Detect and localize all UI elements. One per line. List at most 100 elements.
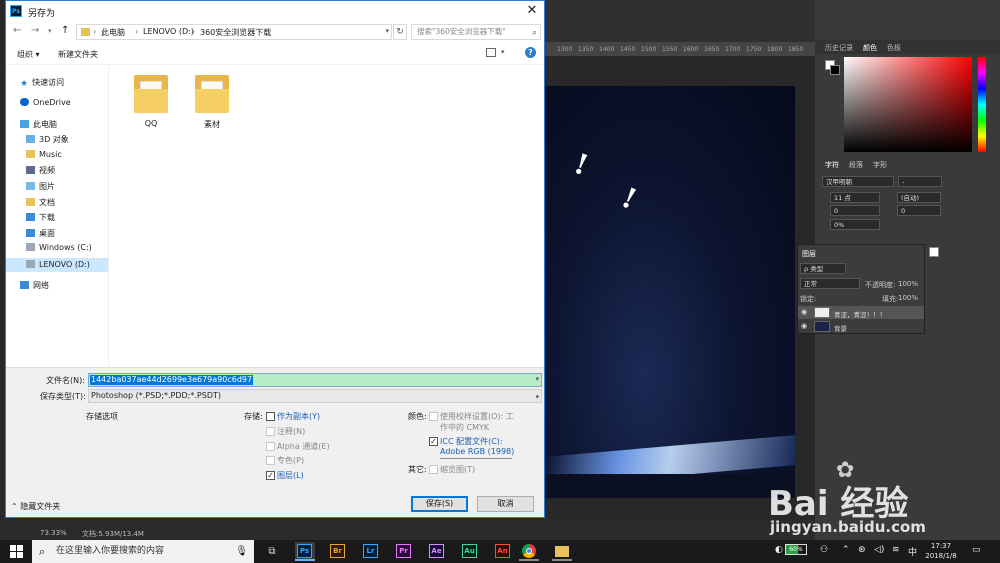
background-color-swatch[interactable]: [830, 65, 840, 75]
leading-field[interactable]: (自动): [897, 192, 941, 203]
font-style-select[interactable]: -: [898, 176, 942, 187]
folder-item[interactable]: 素材: [192, 67, 232, 129]
font-family-select[interactable]: 汉甲明朝: [822, 176, 894, 187]
system-clock[interactable]: 17:37 2018/1/8: [920, 541, 962, 561]
task-view-icon[interactable]: ⧉: [262, 542, 282, 561]
sidebar-item-downloads[interactable]: 下载: [26, 212, 55, 226]
tab-history[interactable]: 历史记录: [825, 43, 853, 53]
eye-icon[interactable]: ◉: [801, 308, 807, 316]
microphone-icon[interactable]: 🎙: [235, 540, 248, 563]
layer-filter-select[interactable]: ρ 类型: [800, 263, 846, 274]
refresh-icon[interactable]: ↻: [393, 24, 407, 40]
kerning-field[interactable]: 0: [830, 205, 880, 216]
sidebar-item-drive-d[interactable]: LENOVO (D:): [6, 258, 108, 272]
thumbnail-label: 缩览图(T): [440, 465, 476, 474]
taskbar-app-br[interactable]: Br: [328, 542, 348, 561]
volume-icon[interactable]: ◁): [874, 545, 884, 555]
scale-field[interactable]: 0%: [830, 219, 880, 230]
ruler-tick: 1500: [641, 46, 657, 53]
layer-row[interactable]: ◉ 青涩，青涩！！！: [798, 306, 924, 319]
sidebar-item-drive-c[interactable]: Windows (C:): [26, 243, 92, 257]
tracking-field[interactable]: 0: [897, 205, 941, 216]
organize-button[interactable]: 组织 ▾: [17, 49, 40, 60]
sidebar-item-music[interactable]: Music: [26, 150, 62, 164]
tab-glyphs[interactable]: 字形: [873, 160, 887, 170]
hue-slider[interactable]: [978, 57, 986, 152]
forward-arrow-icon[interactable]: →: [31, 25, 39, 36]
sidebar-item-documents[interactable]: 文档: [26, 197, 55, 211]
dialog-titlebar[interactable]: Ps 另存为 ✕: [6, 1, 544, 21]
tab-character[interactable]: 字符: [825, 160, 839, 170]
use-proof-label: 使用校样设置(O): 工: [440, 412, 514, 421]
search-icon[interactable]: ⌕: [532, 26, 537, 39]
sidebar-item-this-pc[interactable]: 此电脑: [20, 119, 57, 133]
taskbar-app-au[interactable]: Au: [460, 542, 480, 561]
new-folder-button[interactable]: 新建文件夹: [58, 49, 98, 60]
battery-indicator[interactable]: 60%: [785, 544, 807, 555]
sidebar-item-videos[interactable]: 视频: [26, 165, 55, 179]
input-method-icon[interactable]: 中: [908, 545, 917, 558]
dialog-title: 另存为: [28, 9, 56, 19]
cancel-button[interactable]: 取消: [477, 496, 534, 512]
eye-icon[interactable]: ◉: [801, 322, 807, 330]
taskbar-app-pr[interactable]: Pr: [394, 542, 414, 561]
address-bar[interactable]: › 此电脑 › LENOVO (D:) › 360安全浏览器下载 ▾: [76, 24, 392, 40]
search-input[interactable]: 搜索"360安全浏览器下载" ⌕: [411, 24, 541, 40]
back-arrow-icon[interactable]: ←: [13, 25, 21, 36]
opacity-value[interactable]: 100%: [898, 280, 918, 288]
battery-saver-icon[interactable]: ◐: [775, 545, 783, 555]
save-button[interactable]: 保存(S): [411, 496, 468, 512]
chevron-down-icon[interactable]: ▾: [501, 48, 505, 56]
tab-paragraph[interactable]: 段落: [849, 160, 863, 170]
sidebar-item-pictures[interactable]: 图片: [26, 181, 55, 195]
color-picker-field[interactable]: [844, 57, 972, 152]
breadcrumb-folder[interactable]: 360安全浏览器下载: [200, 27, 271, 38]
sidebar-item-desktop[interactable]: 桌面: [26, 228, 55, 242]
tab-layers[interactable]: 图层: [802, 249, 816, 259]
taskbar-app-ps[interactable]: Ps: [295, 542, 315, 561]
sidebar-item-3d-objects[interactable]: 3D 对象: [26, 134, 69, 148]
sidebar-item-onedrive[interactable]: OneDrive: [20, 98, 71, 112]
chevron-down-icon[interactable]: ▾: [385, 27, 389, 35]
notification-icon[interactable]: ▭: [972, 545, 981, 555]
person-icon[interactable]: ⚇: [820, 545, 828, 555]
tab-color[interactable]: 颜色: [863, 43, 877, 53]
breadcrumb-drive[interactable]: LENOVO (D:): [143, 27, 194, 36]
navigation-bar: ← → ▾ ↑ › 此电脑 › LENOVO (D:) › 360安全浏览器下载…: [6, 21, 544, 43]
hide-folders-toggle[interactable]: ⌃ 隐藏文件夹: [11, 501, 60, 512]
wifi-icon[interactable]: ≋: [892, 545, 900, 555]
taskbar-app-an[interactable]: An: [493, 542, 513, 561]
sidebar-item-network[interactable]: 网络: [20, 280, 49, 294]
breadcrumb-this-pc[interactable]: 此电脑: [101, 27, 125, 38]
network-status-icon[interactable]: ⊛: [858, 545, 866, 555]
as-copy-checkbox[interactable]: [266, 412, 275, 421]
folder-item[interactable]: QQ: [131, 67, 171, 128]
filename-input[interactable]: 1442ba037ae44d2699e3e679a90c6d97 ▾: [88, 373, 542, 387]
taskbar-app-ae[interactable]: Ae: [427, 542, 447, 561]
close-icon[interactable]: ✕: [524, 3, 540, 19]
icc-profile-checkbox[interactable]: ✓: [429, 437, 438, 446]
up-arrow-icon[interactable]: ↑: [61, 25, 69, 36]
help-icon[interactable]: ?: [525, 47, 536, 58]
font-size-field[interactable]: 11 点: [830, 192, 880, 203]
tab-swatches[interactable]: 色板: [887, 43, 901, 53]
chrome-icon[interactable]: [519, 542, 539, 561]
ps-canvas[interactable]: ! !: [545, 86, 795, 498]
sidebar-item-quick-access[interactable]: ★ 快速访问: [20, 77, 64, 91]
filetype-select[interactable]: Photoshop (*.PSD;*.PDD;*.PSDT) ▾: [88, 389, 542, 403]
text-color-swatch[interactable]: [929, 247, 939, 257]
fill-label: 填充:: [882, 295, 899, 303]
taskbar-app-lr[interactable]: Lr: [361, 542, 381, 561]
recent-locations-icon[interactable]: ▾: [48, 27, 52, 35]
fill-value[interactable]: 100%: [898, 294, 918, 302]
blend-mode-select[interactable]: 正常: [800, 278, 860, 289]
chevron-down-icon[interactable]: ▾: [535, 391, 539, 403]
layer-row[interactable]: ◉ 背景: [798, 320, 924, 333]
chevron-up-icon[interactable]: ⌃: [842, 545, 850, 555]
view-options-icon[interactable]: [486, 48, 496, 57]
file-explorer-icon[interactable]: [552, 542, 572, 561]
chevron-down-icon[interactable]: ▾: [535, 375, 539, 383]
taskbar-search-input[interactable]: ⌕ 在这里输入你要搜索的内容 🎙: [32, 540, 254, 563]
windows-start-icon[interactable]: [10, 545, 23, 558]
layers-checkbox[interactable]: ✓: [266, 471, 275, 480]
